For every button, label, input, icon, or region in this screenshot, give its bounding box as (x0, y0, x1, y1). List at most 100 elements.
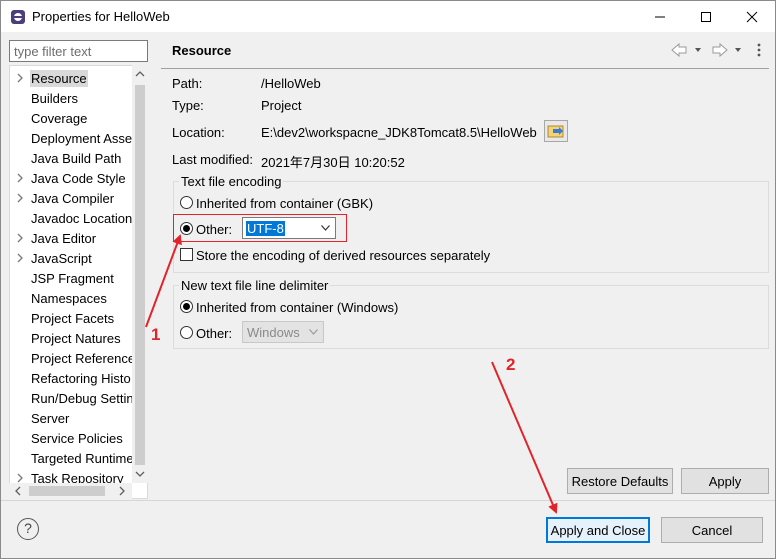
scroll-right-icon (119, 486, 125, 496)
minimize-button[interactable] (637, 1, 683, 32)
tree-item-label: Targeted Runtime (31, 451, 134, 466)
tree-horizontal-scrollbar[interactable] (9, 483, 132, 499)
tree-item-label: JSP Fragment (31, 271, 114, 286)
annotation-label-1: 1 (151, 325, 161, 344)
tree-vertical-scrollbar[interactable] (132, 65, 148, 483)
apply-and-close-button[interactable]: Apply and Close (546, 517, 650, 543)
show-in-explorer-button[interactable] (544, 120, 568, 142)
tree-item[interactable]: Targeted Runtime (10, 448, 136, 468)
filter-placeholder: type filter text (14, 44, 92, 59)
chevron-right-icon[interactable] (15, 232, 25, 244)
delimiter-inherited-radio[interactable] (180, 300, 193, 313)
scroll-left-icon (15, 486, 21, 496)
restore-defaults-button[interactable]: Restore Defaults (567, 468, 673, 494)
chevron-right-icon[interactable] (15, 172, 25, 184)
tree-item-label: Refactoring Histo (31, 371, 131, 386)
open-folder-icon (547, 125, 564, 138)
encoding-other-radio[interactable] (180, 222, 193, 235)
tree-item[interactable]: Server (10, 408, 136, 428)
tree-item-label: Java Code Style (31, 171, 126, 186)
page-title: Resource (172, 43, 232, 58)
close-button[interactable] (729, 1, 775, 32)
tree-item[interactable]: Java Compiler (10, 188, 136, 208)
tree-item-label: Project Facets (31, 311, 115, 326)
maximize-button[interactable] (683, 1, 729, 32)
back-arrow-icon[interactable] (671, 42, 687, 58)
tree-item[interactable]: Refactoring Histo (10, 368, 136, 388)
scroll-down-icon (135, 471, 145, 477)
chevron-right-icon[interactable] (15, 192, 25, 204)
tree-item[interactable]: Resource (10, 68, 136, 88)
maximize-icon (701, 11, 711, 22)
encoding-inherited-radio[interactable] (180, 196, 193, 209)
store-encoding-checkbox[interactable] (180, 248, 193, 261)
tree-item-label: Run/Debug Settin (31, 391, 134, 406)
chevron-down-icon (309, 329, 318, 335)
title-divider (161, 68, 769, 69)
properties-dialog: Properties for HelloWeb type filter text… (0, 0, 776, 559)
chevron-down-icon (321, 225, 330, 231)
delimiter-group-title: New text file line delimiter (179, 278, 331, 293)
minimize-icon (655, 16, 665, 17)
type-value: Project (261, 98, 302, 113)
delimiter-other-label[interactable]: Other: (196, 326, 232, 341)
tree-item-label: Deployment Asse (31, 131, 133, 146)
tree-item[interactable]: JSP Fragment (10, 268, 136, 288)
tree-item[interactable]: Builders (10, 88, 136, 108)
path-value: /HelloWeb (261, 76, 321, 91)
encoding-group-title: Text file encoding (179, 174, 284, 189)
delimiter-inherited-label[interactable]: Inherited from container (Windows) (196, 300, 398, 315)
last-modified-label: Last modified: (172, 152, 253, 167)
encoding-inherited-label[interactable]: Inherited from container (GBK) (196, 196, 373, 211)
tree-item-label: Javadoc Location (31, 211, 133, 226)
property-page-tree: Resource Builders Coverage Deployment Asse J… (9, 65, 148, 499)
button-bar-divider (1, 500, 775, 501)
scroll-up-icon (135, 71, 145, 77)
window-title: Properties for HelloWeb (32, 9, 170, 24)
tree-item-label: Resource (30, 70, 88, 87)
tree-item[interactable]: Java Editor (10, 228, 136, 248)
tree-item-label: Java Build Path (31, 151, 122, 166)
filter-input[interactable]: type filter text (9, 40, 148, 62)
location-label: Location: (172, 125, 225, 140)
delimiter-select-value: Windows (247, 325, 300, 340)
scrollbar-thumb[interactable] (29, 486, 105, 496)
tree-item[interactable]: Service Policies (10, 428, 136, 448)
store-encoding-label[interactable]: Store the encoding of derived resources … (196, 248, 490, 263)
tree-item[interactable]: Coverage (10, 108, 136, 128)
forward-arrow-icon[interactable] (712, 42, 728, 58)
page-navigation (671, 42, 761, 58)
eclipse-app-icon (11, 10, 25, 24)
encoding-select-value: UTF-8 (246, 221, 285, 236)
delimiter-other-radio[interactable] (180, 326, 193, 339)
tree-item-label: Java Editor (31, 231, 97, 246)
scrollbar-thumb[interactable] (135, 85, 145, 465)
forward-dropdown-icon[interactable] (735, 48, 741, 52)
cancel-button[interactable]: Cancel (661, 517, 763, 543)
close-icon (746, 11, 758, 22)
help-icon[interactable]: ? (17, 518, 39, 540)
tree-item[interactable]: Java Build Path (10, 148, 136, 168)
tree-item[interactable]: Run/Debug Settin (10, 388, 136, 408)
tree-item[interactable]: Project Natures (10, 328, 136, 348)
view-menu-icon[interactable] (757, 43, 761, 57)
encoding-other-label[interactable]: Other: (196, 222, 232, 237)
tree-item[interactable]: Project Facets (10, 308, 136, 328)
tree-item[interactable]: Namespaces (10, 288, 136, 308)
back-dropdown-icon[interactable] (695, 48, 701, 52)
last-modified-value: 2021年7月30日 10:20:52 (261, 155, 405, 170)
type-label: Type: (172, 98, 204, 113)
chevron-right-icon[interactable] (15, 72, 25, 84)
tree-item[interactable]: Javadoc Location (10, 208, 136, 228)
chevron-right-icon[interactable] (15, 252, 25, 264)
tree-item-label: Project Reference (31, 351, 136, 366)
tree-item[interactable]: JavaScript (10, 248, 136, 268)
tree-item-label: Builders (31, 91, 78, 106)
apply-button[interactable]: Apply (681, 468, 769, 494)
tree-item[interactable]: Deployment Asse (10, 128, 136, 148)
delimiter-select[interactable]: Windows (242, 321, 324, 343)
tree-item[interactable]: Project Reference (10, 348, 136, 368)
encoding-select[interactable]: UTF-8 (242, 217, 336, 239)
path-label: Path: (172, 76, 203, 91)
tree-item[interactable]: Java Code Style (10, 168, 136, 188)
